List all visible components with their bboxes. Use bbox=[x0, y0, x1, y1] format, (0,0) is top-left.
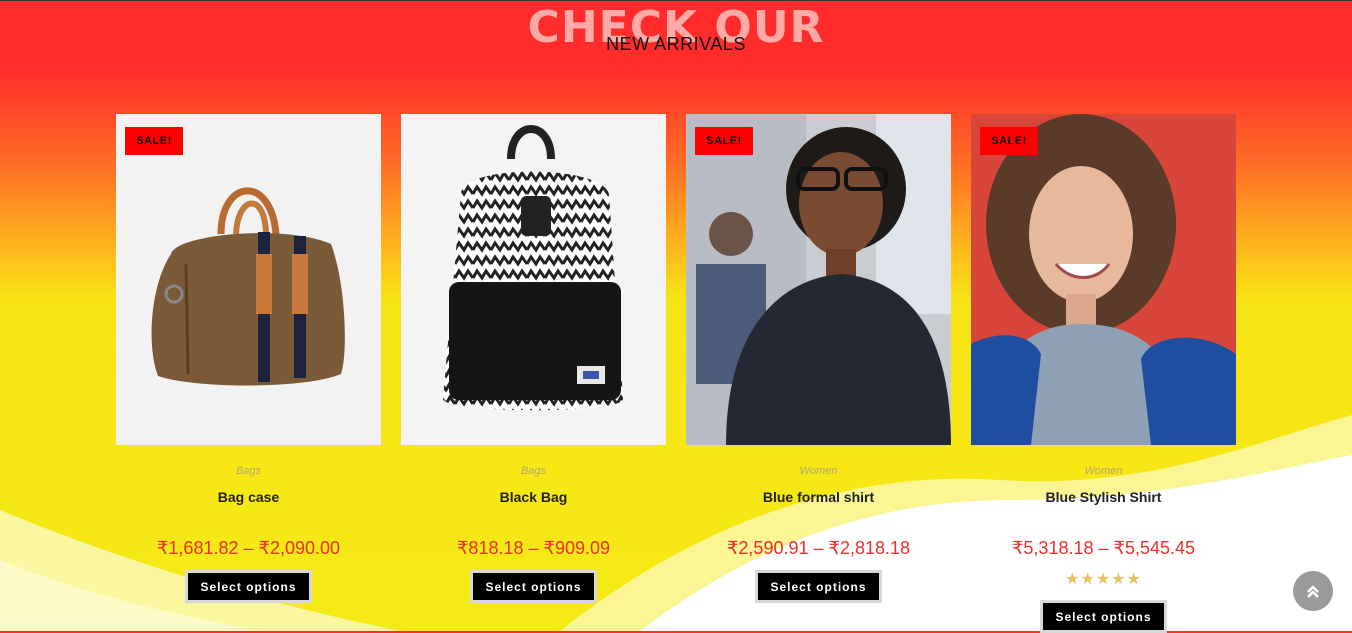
product-image[interactable]: SALE! bbox=[686, 114, 951, 445]
product-image[interactable]: SALE! bbox=[971, 114, 1236, 445]
product-category[interactable]: Bags bbox=[401, 465, 666, 479]
product-title[interactable]: Bag case bbox=[116, 489, 381, 505]
sale-badge: SALE! bbox=[980, 127, 1038, 155]
select-options-button[interactable]: Select options bbox=[755, 570, 882, 603]
section-subtitle: NEW ARRIVALS bbox=[606, 34, 746, 54]
product-price: ₹818.18 – ₹909.09 bbox=[456, 538, 611, 558]
product-card: SALE! Women Blue formal shirt ₹2,590.91 … bbox=[686, 114, 951, 603]
product-image[interactable] bbox=[401, 114, 666, 445]
sale-badge: SALE! bbox=[125, 127, 183, 155]
select-options-button[interactable]: Select options bbox=[470, 570, 597, 603]
product-category[interactable]: Bags bbox=[116, 465, 381, 479]
product-title[interactable]: Blue formal shirt bbox=[686, 489, 951, 505]
product-title[interactable]: Black Bag bbox=[401, 489, 666, 505]
product-price: ₹5,318.18 – ₹5,545.45 bbox=[1011, 538, 1196, 558]
double-chevron-up-icon bbox=[1305, 581, 1321, 601]
product-category[interactable]: Women bbox=[971, 465, 1236, 479]
scroll-to-top-button[interactable] bbox=[1293, 571, 1333, 611]
select-options-button[interactable]: Select options bbox=[1040, 600, 1167, 633]
product-card: SALE! Bags Bag case ₹1,681.82 – ₹2,090.0… bbox=[116, 114, 381, 603]
sale-badge: SALE! bbox=[695, 127, 753, 155]
select-options-button[interactable]: Select options bbox=[185, 570, 312, 603]
product-card: SALE! Women Blue Stylish Shirt ₹5,318.18… bbox=[971, 114, 1236, 633]
product-card: Bags Black Bag ₹818.18 – ₹909.09 Select … bbox=[401, 114, 666, 603]
product-price: ₹1,681.82 – ₹2,090.00 bbox=[156, 538, 341, 558]
star-rating: ★★★★★ bbox=[1065, 571, 1142, 588]
product-image[interactable]: SALE! bbox=[116, 114, 381, 445]
product-price: ₹2,590.91 – ₹2,818.18 bbox=[726, 538, 911, 558]
product-category[interactable]: Women bbox=[686, 465, 951, 479]
product-title[interactable]: Blue Stylish Shirt bbox=[971, 489, 1236, 505]
